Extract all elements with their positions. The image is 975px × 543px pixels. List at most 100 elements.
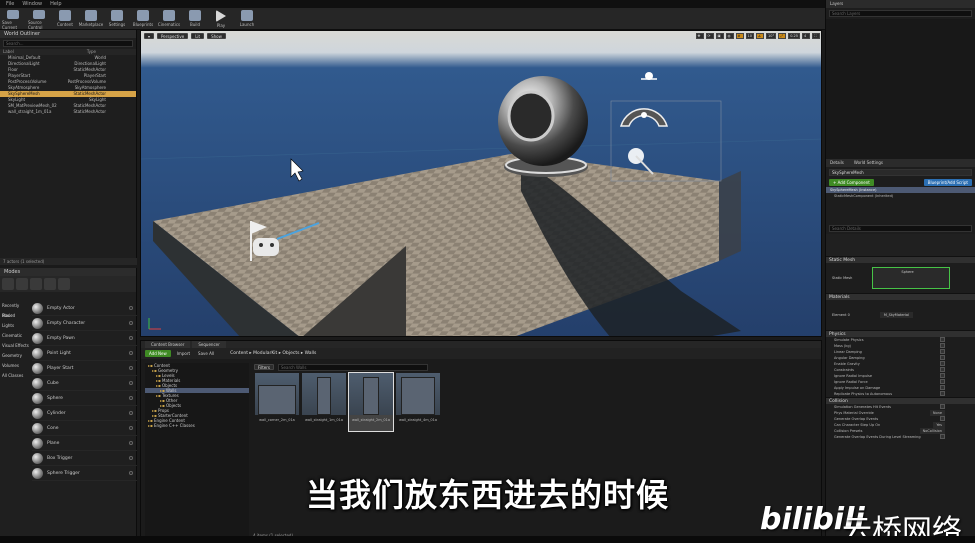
scale-tool-icon[interactable]: ▣ bbox=[715, 33, 724, 39]
tab-sequencer[interactable]: Sequencer bbox=[192, 341, 226, 348]
place-item[interactable]: Player Start bbox=[32, 361, 137, 376]
blueprints-button[interactable]: Blueprints bbox=[132, 8, 154, 30]
foliage-mode-icon[interactable] bbox=[44, 278, 56, 290]
save-all-button[interactable]: Save All bbox=[196, 350, 216, 357]
place-item[interactable]: Plane bbox=[32, 436, 137, 451]
layers-search-input[interactable]: Search Layers bbox=[829, 10, 972, 17]
scale-snap-toggle[interactable]: ⤢ bbox=[778, 33, 787, 39]
info-icon[interactable] bbox=[129, 306, 133, 310]
details-tab[interactable]: Details bbox=[830, 159, 844, 167]
landscape-mode-icon[interactable] bbox=[30, 278, 42, 290]
info-icon[interactable] bbox=[129, 411, 133, 415]
static-mesh-picker[interactable]: Sphere bbox=[872, 267, 951, 289]
source-control-button[interactable]: Source Control bbox=[28, 8, 50, 30]
property-checkbox[interactable] bbox=[940, 416, 945, 421]
marketplace-button[interactable]: Marketplace bbox=[79, 8, 103, 30]
folder-tree-item[interactable]: ▸▪ Engine C++ Classes bbox=[145, 423, 249, 428]
modes-tab[interactable]: Modes bbox=[0, 268, 136, 276]
asset-tile[interactable]: wall_straight_4m_01a bbox=[396, 373, 440, 431]
asset-tile[interactable]: wall_straight_2m_01a bbox=[348, 372, 394, 432]
property-checkbox[interactable] bbox=[940, 434, 945, 439]
launch-button[interactable]: Launch bbox=[236, 8, 258, 30]
outliner-row[interactable]: wall_straight_1m_01a StaticMeshActor bbox=[0, 109, 136, 115]
place-item[interactable]: Empty Character bbox=[32, 316, 137, 331]
place-category[interactable]: Lights bbox=[0, 321, 30, 331]
actor-name-field[interactable]: SkySphereMesh bbox=[829, 169, 972, 176]
info-icon[interactable] bbox=[129, 366, 133, 370]
add-new-button[interactable]: Add New bbox=[145, 350, 171, 357]
property-checkbox[interactable] bbox=[940, 404, 945, 409]
property-checkbox[interactable] bbox=[940, 349, 945, 354]
camera-speed-button[interactable]: 4 bbox=[802, 33, 810, 39]
breadcrumb-item[interactable]: Content bbox=[230, 351, 248, 356]
place-category[interactable]: Geometry bbox=[0, 351, 30, 361]
property-checkbox[interactable] bbox=[940, 337, 945, 342]
place-item[interactable]: Point Light bbox=[32, 346, 137, 361]
cinematics-button[interactable]: Cinematics bbox=[158, 8, 180, 30]
translate-tool-icon[interactable]: ✥ bbox=[695, 33, 704, 39]
place-item[interactable]: Sphere bbox=[32, 391, 137, 406]
details-search-input[interactable]: Search Details bbox=[829, 225, 972, 232]
tab-content-browser[interactable]: Content Browser bbox=[145, 341, 191, 348]
perspective-button[interactable]: Perspective bbox=[157, 33, 189, 39]
material-picker[interactable]: M_SkyMaterial bbox=[879, 312, 914, 318]
place-item[interactable]: Cone bbox=[32, 421, 137, 436]
show-button[interactable]: Show bbox=[207, 33, 226, 39]
world-local-icon[interactable]: ◍ bbox=[725, 33, 734, 39]
rotation-snap-toggle[interactable]: ∠ bbox=[755, 33, 764, 39]
info-icon[interactable] bbox=[129, 381, 133, 385]
property-checkbox[interactable] bbox=[940, 361, 945, 366]
physics-section[interactable]: Physics bbox=[826, 330, 975, 337]
place-item[interactable]: Box Trigger bbox=[32, 451, 137, 466]
paint-mode-icon[interactable] bbox=[16, 278, 28, 290]
content-button[interactable]: Content bbox=[54, 8, 76, 30]
info-icon[interactable] bbox=[129, 351, 133, 355]
layers-tab[interactable]: Layers bbox=[826, 0, 975, 8]
place-item[interactable]: Cube bbox=[32, 376, 137, 391]
property-checkbox[interactable] bbox=[940, 367, 945, 372]
rotate-tool-icon[interactable]: ⟳ bbox=[705, 33, 714, 39]
breadcrumb-item[interactable]: ModularKit bbox=[253, 351, 277, 356]
collision-section[interactable]: Collision bbox=[826, 397, 975, 404]
geometry-mode-icon[interactable] bbox=[58, 278, 70, 290]
settings-button[interactable]: Settings bbox=[106, 8, 128, 30]
menu-file[interactable]: File bbox=[6, 1, 14, 7]
world-settings-tab[interactable]: World Settings bbox=[854, 159, 883, 167]
info-icon[interactable] bbox=[129, 336, 133, 340]
save-current-button[interactable]: Save Current bbox=[2, 8, 24, 30]
property-checkbox[interactable] bbox=[940, 355, 945, 360]
asset-tile[interactable]: wall_corner_2m_01a bbox=[255, 373, 299, 431]
place-item[interactable]: Cylinder bbox=[32, 406, 137, 421]
info-icon[interactable] bbox=[129, 456, 133, 460]
filters-button[interactable]: Filters bbox=[254, 364, 274, 370]
materials-section[interactable]: Materials bbox=[826, 293, 975, 300]
property-checkbox[interactable] bbox=[940, 391, 945, 396]
import-button[interactable]: Import bbox=[175, 350, 192, 357]
info-icon[interactable] bbox=[129, 396, 133, 400]
static-mesh-section[interactable]: Static Mesh bbox=[826, 256, 975, 263]
place-category[interactable]: All Classes bbox=[0, 371, 30, 381]
place-category[interactable]: Volumes bbox=[0, 361, 30, 371]
menu-help[interactable]: Help bbox=[50, 1, 61, 7]
place-category[interactable]: Visual Effects bbox=[0, 341, 30, 351]
place-category[interactable]: Recently Placed bbox=[0, 301, 30, 318]
menu-window[interactable]: Window bbox=[22, 1, 42, 7]
grid-snap-value[interactable]: 10 bbox=[745, 33, 754, 39]
rotation-snap-value[interactable]: 10° bbox=[765, 33, 777, 39]
asset-tile[interactable]: wall_straight_1m_01a bbox=[302, 373, 346, 431]
info-icon[interactable] bbox=[129, 321, 133, 325]
place-category[interactable]: Cinematic bbox=[0, 331, 30, 341]
play-button[interactable]: Play bbox=[210, 8, 232, 30]
asset-search-input[interactable]: Search Walls bbox=[278, 364, 428, 371]
add-component-button[interactable]: + Add Component bbox=[829, 179, 874, 186]
place-item[interactable]: Empty Pawn bbox=[32, 331, 137, 346]
lit-button[interactable]: Lit bbox=[191, 33, 205, 39]
info-icon[interactable] bbox=[129, 441, 133, 445]
grid-snap-toggle[interactable]: # bbox=[735, 33, 744, 39]
viewport-options-button[interactable]: ▾ bbox=[144, 33, 155, 39]
property-checkbox[interactable] bbox=[940, 343, 945, 348]
breadcrumb-item[interactable]: Walls bbox=[305, 351, 317, 356]
place-item[interactable]: Empty Actor bbox=[32, 301, 137, 316]
level-viewport[interactable]: ▾ Perspective Lit Show ✥ ⟳ ▣ ◍ # 10 ∠ 10… bbox=[140, 30, 822, 337]
blueprint-script-button[interactable]: Blueprint/Add Script bbox=[923, 179, 972, 186]
